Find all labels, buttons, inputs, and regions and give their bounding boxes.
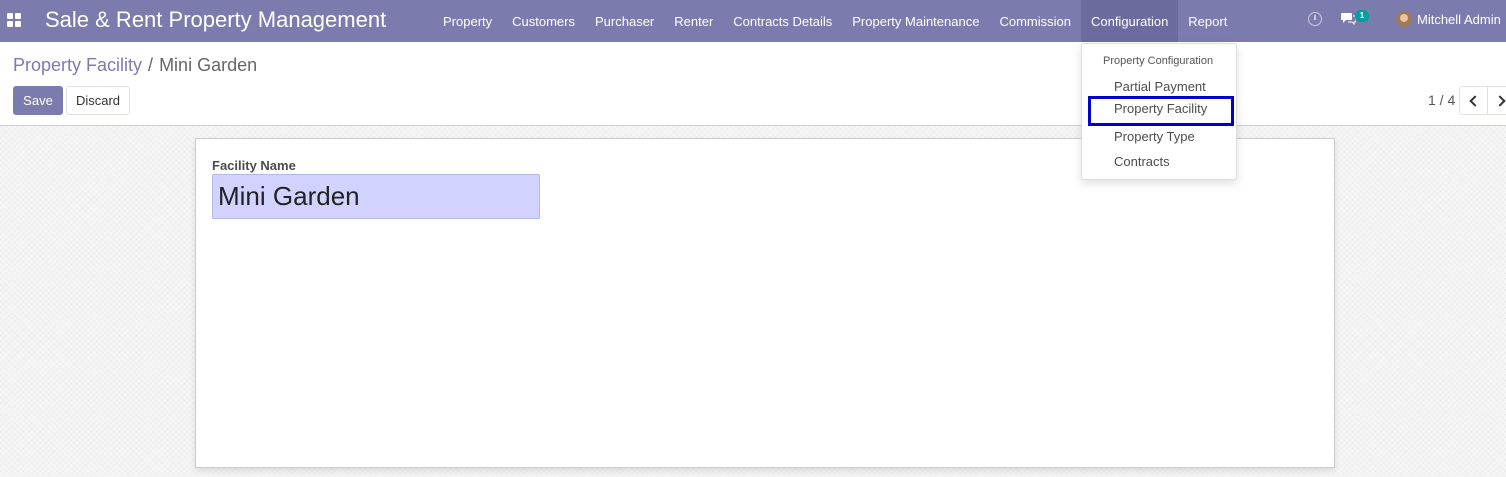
breadcrumb-current: Mini Garden	[159, 55, 258, 75]
dropdown-item-property-facility[interactable]: Property Facility	[1088, 96, 1234, 126]
user-avatar[interactable]	[1396, 11, 1412, 27]
breadcrumb: Property Facility / Mini Garden	[13, 55, 257, 76]
dropdown-item-contracts[interactable]: Contracts	[1088, 149, 1234, 174]
form-sheet: Facility Name	[195, 138, 1335, 468]
pager-next-button[interactable]	[1487, 86, 1506, 115]
menu-customers[interactable]: Customers	[502, 0, 585, 42]
activity-clock-icon[interactable]	[1308, 12, 1322, 26]
menu-configuration[interactable]: Configuration	[1080, 0, 1179, 42]
menu-commission[interactable]: Commission	[989, 0, 1081, 42]
save-button[interactable]: Save	[13, 86, 63, 115]
menu-property-maintenance[interactable]: Property Maintenance	[842, 0, 989, 42]
menu-property[interactable]: Property	[433, 0, 502, 42]
main-menu: Property Customers Purchaser Renter Cont…	[433, 0, 1237, 42]
menu-report[interactable]: Report	[1178, 0, 1237, 42]
menu-purchaser[interactable]: Purchaser	[585, 0, 664, 42]
facility-name-label: Facility Name	[212, 158, 296, 173]
menu-contracts-details[interactable]: Contracts Details	[723, 0, 842, 42]
dropdown-header: Property Configuration	[1103, 55, 1214, 67]
configuration-dropdown: Property Configuration Partial Payment P…	[1081, 43, 1237, 180]
pager-previous-button[interactable]	[1459, 86, 1488, 115]
breadcrumb-separator: /	[148, 55, 154, 75]
menu-renter[interactable]: Renter	[664, 0, 723, 42]
dropdown-item-property-type[interactable]: Property Type	[1088, 124, 1234, 149]
apps-menu-icon[interactable]	[7, 13, 21, 27]
top-navbar: Sale & Rent Property Management Property…	[0, 0, 1506, 42]
discard-button[interactable]: Discard	[66, 86, 130, 115]
chevron-left-icon	[1469, 94, 1481, 107]
chat-count-badge: 1	[1355, 10, 1369, 22]
user-name[interactable]: Mitchell Admin	[1417, 12, 1501, 27]
chat-icon[interactable]	[1341, 12, 1356, 25]
breadcrumb-parent-link[interactable]: Property Facility	[13, 55, 142, 75]
app-title: Sale & Rent Property Management	[45, 7, 387, 32]
facility-name-input[interactable]	[212, 174, 540, 219]
chevron-right-icon	[1494, 94, 1506, 107]
pager-value[interactable]: 1 / 4	[1428, 92, 1455, 108]
